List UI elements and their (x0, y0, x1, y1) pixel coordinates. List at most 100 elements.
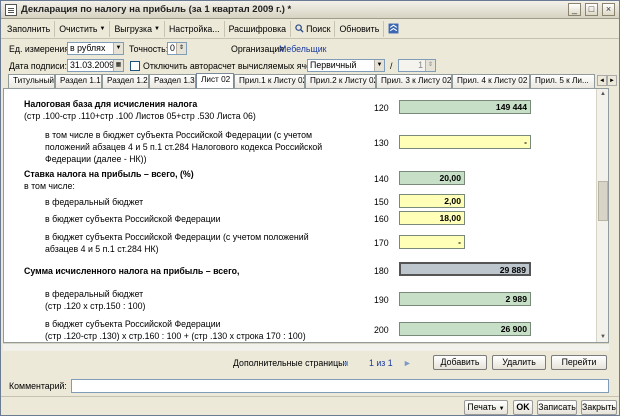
row-170-line-2: абзацев 4 и 5 п.1 ст.284 НК) (45, 244, 159, 254)
search-button[interactable]: Поиск (291, 20, 336, 37)
row-130-code: 130 (374, 138, 389, 148)
tab-scroll-left-icon[interactable]: ◄ (597, 75, 607, 86)
row-140-value[interactable]: 20,00 (399, 171, 465, 185)
tab-appendix-2[interactable]: Прил.2 к Листу 02 (305, 74, 376, 88)
stepper-icon[interactable]: ⇕ (425, 60, 435, 71)
maximize-button[interactable]: □ (585, 3, 598, 16)
scroll-down-icon[interactable]: ▼ (598, 332, 608, 342)
tab-section-1-3[interactable]: Раздел 1.3 (149, 74, 196, 88)
tab-section-1-2[interactable]: Раздел 1.2 (102, 74, 149, 88)
row-130-value[interactable]: - (399, 135, 531, 149)
doc-type-value: Первичный (310, 60, 357, 70)
chevron-down-icon[interactable]: ▼ (113, 43, 123, 54)
chevron-down-icon: ▼ (498, 406, 505, 412)
setup-label: Настройка... (168, 23, 220, 34)
row-200-value[interactable]: 26 900 (399, 322, 531, 336)
tab-scroll-right-icon[interactable]: ► (607, 75, 617, 86)
delete-page-button[interactable]: Удалить (492, 355, 546, 370)
tab-sheet-02[interactable]: Лист 02 (196, 73, 234, 88)
save-button[interactable]: Записать (537, 400, 577, 415)
tab-title-page[interactable]: Титульный (8, 74, 55, 88)
comment-input[interactable] (71, 379, 609, 393)
print-button[interactable]: Печать ▼ (464, 400, 508, 415)
tab-appendix-5[interactable]: Прил. 5 к Ли... (530, 74, 595, 88)
row-170-code: 170 (374, 238, 389, 248)
stepper-icon[interactable]: ⇕ (176, 43, 186, 54)
minimize-button[interactable]: _ (568, 3, 581, 16)
tab-appendix-3[interactable]: Прил. 3 к Листу 02 (376, 74, 452, 88)
row-200-code: 200 (374, 325, 389, 335)
row-170-line-1: в бюджет субъекта Российской Федерации (… (45, 232, 309, 242)
unit-select[interactable]: в рублях ▼ (67, 42, 124, 55)
scroll-thumb[interactable] (598, 181, 608, 221)
row-160-code: 160 (374, 214, 389, 224)
tab-appendix-4[interactable]: Прил. 4 к Листу 02 (452, 74, 530, 88)
row-120-title: Налоговая база для исчисления налога (24, 99, 198, 109)
correction-number-field[interactable]: 1 ⇕ (398, 59, 436, 72)
fill-button[interactable]: Заполнить (3, 20, 56, 37)
sign-date-label: Дата подписи: (9, 61, 67, 71)
chevron-down-icon: ▼ (154, 25, 160, 32)
goto-page-button[interactable]: Перейти (551, 355, 607, 370)
decode-label: Расшифровка (228, 23, 287, 34)
row-150-code: 150 (374, 197, 389, 207)
settings-row-1: Ед. измерения: в рублях ▼ Точность: 0 ⇕ … (1, 41, 619, 57)
close-window-button[interactable]: × (602, 3, 615, 16)
correction-value: 1 (418, 60, 423, 70)
upload-label: Выгрузка (114, 23, 152, 34)
search-icon (295, 24, 304, 33)
vertical-scrollbar[interactable]: ▲ ▼ (596, 89, 608, 342)
unit-value: в рублях (70, 43, 106, 53)
upload-button[interactable]: Выгрузка ▼ (110, 20, 165, 37)
row-170-value[interactable]: - (399, 235, 465, 249)
row-180-value[interactable]: 29 889 (399, 262, 531, 276)
row-120-value[interactable]: 149 444 (399, 100, 531, 114)
row-190-value[interactable]: 2 989 (399, 292, 531, 306)
ok-button[interactable]: OK (513, 400, 533, 415)
precision-stepper[interactable]: 0 ⇕ (167, 42, 187, 55)
sign-date-field[interactable]: 31.03.2009 ▦ (67, 59, 124, 72)
refresh-button[interactable]: Обновить (335, 20, 385, 37)
row-120-code: 120 (374, 103, 389, 113)
print-label: Печать (467, 402, 497, 412)
doc-type-select[interactable]: Первичный ▼ (307, 59, 385, 72)
disable-autocalc-checkbox[interactable] (130, 61, 140, 71)
row-180-code: 180 (374, 266, 389, 276)
scroll-up-icon[interactable]: ▲ (598, 89, 608, 99)
row-190-line-1: в федеральный бюджет (45, 289, 144, 299)
row-160-label: в бюджет субъекта Российской Федерации (45, 214, 221, 224)
document-icon (5, 3, 17, 16)
disable-autocalc-label: Отключить авторасчет вычисляемых ячеек (143, 61, 320, 71)
sign-date-value: 31.03.2009 (70, 60, 115, 70)
setup-button[interactable]: Настройка... (165, 20, 225, 37)
help-button[interactable] (384, 21, 405, 37)
toolbar: Заполнить Очистить ▼ Выгрузка ▼ Настройка.… (1, 19, 619, 39)
close-button[interactable]: Закрыть (581, 400, 617, 415)
row-190-line-2: (стр .120 х стр.150 : 100) (45, 301, 146, 311)
tab-section-1-1[interactable]: Раздел 1.1 (55, 74, 102, 88)
chevron-down-icon[interactable]: ▼ (374, 60, 384, 71)
horizontal-scrollbar[interactable] (3, 343, 609, 351)
window-title: Декларация по налогу на прибыль (за 1 кв… (21, 4, 292, 15)
title-bar: Декларация по налогу на прибыль (за 1 кв… (1, 1, 619, 19)
calendar-icon[interactable]: ▦ (113, 60, 123, 71)
declaration-window: Декларация по налогу на прибыль (за 1 кв… (0, 0, 620, 416)
add-page-button[interactable]: Добавить (433, 355, 487, 370)
next-page-icon[interactable]: ► (403, 356, 412, 370)
decode-button[interactable]: Расшифровка (225, 20, 292, 37)
row-140-code: 140 (374, 174, 389, 184)
sheet-tabs: Титульный Раздел 1.1 Раздел 1.2 Раздел 1… (1, 73, 619, 88)
action-bar: Печать ▼ OK Записать Закрыть (1, 396, 619, 415)
chevron-down-icon: ▼ (99, 25, 106, 32)
clear-label: Очистить (59, 23, 98, 34)
row-150-value[interactable]: 2,00 (399, 194, 465, 208)
row-160-value[interactable]: 18,00 (399, 211, 465, 225)
tab-appendix-1[interactable]: Прил.1 к Листу 02 (234, 74, 305, 88)
org-link[interactable]: Мебельщик (279, 42, 326, 56)
clear-button[interactable]: Очистить ▼ (55, 20, 111, 37)
row-130-line-3: Федерации (далее - НК)) (45, 154, 147, 164)
tab-scroll: ◄ ► (597, 75, 617, 86)
collapse-icon (388, 23, 399, 34)
prev-page-icon[interactable]: ◄ (341, 356, 350, 370)
row-200-line-2: (стр .120-стр .130) х стр.160 : 100 + (с… (45, 331, 306, 341)
